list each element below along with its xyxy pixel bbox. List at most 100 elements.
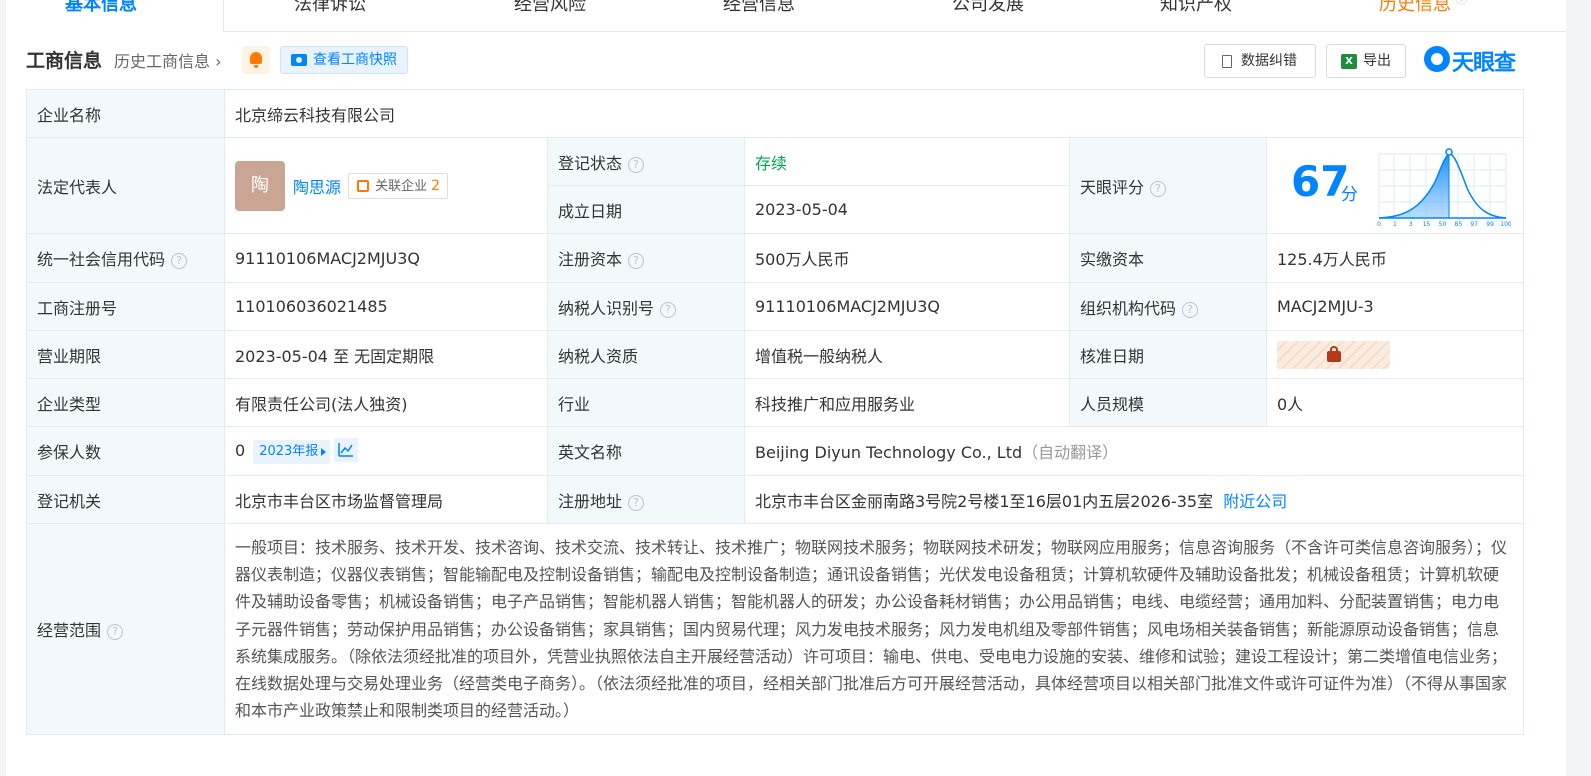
snapshot-label: 查看工商快照 [313, 52, 397, 68]
insured-count: 0 [235, 441, 246, 460]
bell-button[interactable] [242, 46, 270, 74]
credit-code: 91110106MACJ2MJU3Q [224, 233, 548, 283]
business-info-table: 企业名称 北京缔云科技有限公司 法定代表人 陶陶思源 关联企业 2 登记状态? 存… [26, 89, 1524, 736]
relation-icon [357, 179, 370, 192]
authority: 北京市丰台区市场监督管理局 [224, 475, 548, 524]
tab-ip[interactable]: 知识产权 11 [1160, 0, 1253, 20]
address-label: 注册地址 [558, 491, 623, 511]
camera-icon [291, 54, 307, 66]
reg-capital: 500万人民币 [744, 233, 1070, 283]
reg-capital-label: 注册资本 [558, 250, 623, 269]
history-link[interactable]: 历史工商信息 › [114, 48, 222, 72]
found-date: 2023-05-04 [744, 185, 1070, 234]
help-icon[interactable]: ? [660, 301, 677, 318]
table-row: 企业名称 北京缔云科技有限公司 [26, 89, 1524, 138]
reg-capital-label-cell: 注册资本? [547, 233, 745, 283]
help-icon[interactable]: ? [628, 494, 645, 511]
english-name-cell: Beijing Diyun Technology Co., Ltd（自动翻译） [744, 426, 1524, 476]
scope-label-cell: 经营范围? [26, 522, 225, 736]
tab-label: 知识产权 [1160, 0, 1232, 15]
term: 2023-05-04 至 无固定期限 [224, 330, 548, 379]
nearby-companies-link[interactable]: 附近公司 [1223, 492, 1287, 511]
data-fix-button[interactable]: 数据纠错 [1204, 44, 1316, 78]
approval-date-label: 核准日期 [1069, 330, 1267, 379]
tab-operation[interactable]: 经营信息 79 [723, 0, 816, 20]
reg-status: 存续 [744, 137, 1070, 186]
score-tick-label: 99 [1486, 221, 1494, 228]
tab-count: 11 [1236, 0, 1253, 3]
tab-basic-info[interactable]: 基本信息 25 [65, 0, 158, 20]
industry: 科技推广和应用服务业 [744, 378, 1070, 427]
score-distribution-chart: 0 1 3 15 50 85 97 99 100 [1377, 148, 1511, 228]
score-unit: 分 [1341, 185, 1358, 205]
section-title: 工商信息 [26, 50, 103, 72]
legal-rep-label: 法定代表人 [26, 137, 225, 234]
english-name-label: 英文名称 [547, 426, 745, 476]
help-icon[interactable]: ? [107, 624, 124, 641]
term-label: 营业期限 [26, 330, 225, 379]
tab-bar: 基本信息 25 法律诉讼 经营风险 经营信息 79 公司发展 知识产权 11 历史信息… [6, 0, 1566, 32]
taxpayer-id: 91110106MACJ2MJU3Q [744, 282, 1070, 331]
address-cell: 北京市丰台区金丽南路3号院2号楼1至16层01内五层2026-35室 附近公司 [744, 475, 1524, 524]
taxpayer-id-label: 纳税人识别号 [558, 298, 655, 318]
snapshot-button[interactable]: 查看工商快照 [280, 46, 408, 74]
staff-size: 0人 [1266, 378, 1524, 427]
help-icon: ⓘ [1455, 0, 1468, 7]
table-row: 法定代表人 陶陶思源 关联企业 2 登记状态? 存续 天眼评分? 67 分 0 … [26, 137, 1524, 234]
help-icon[interactable]: ? [171, 253, 188, 269]
legal-rep-cell: 陶陶思源 关联企业 2 [224, 137, 548, 234]
score-label-cell: 天眼评分? [1069, 137, 1267, 234]
company-type-label: 企业类型 [26, 378, 225, 427]
reg-status-label: 登记状态 [558, 153, 623, 173]
avatar[interactable]: 陶 [235, 160, 285, 211]
insured-label: 参保人数 [26, 426, 225, 476]
lock-body [1327, 350, 1341, 362]
score-tick-label: 3 [1409, 221, 1413, 228]
taxpayer-qual-label: 纳税人资质 [547, 330, 745, 379]
tab-label: 基本信息 [65, 0, 137, 15]
tab-legal[interactable]: 法律诉讼 [294, 0, 366, 20]
tab-label: 公司发展 [952, 0, 1024, 15]
tab-count: 79 [799, 0, 816, 3]
data-fix-label: 数据纠错 [1241, 53, 1297, 69]
related-count: 2 [431, 177, 441, 194]
insured-cell: 0 2023年报 [224, 426, 548, 476]
table-row: 参保人数 0 2023年报 英文名称 Beijing Diyun Technolo… [26, 426, 1524, 476]
tab-development[interactable]: 公司发展 [952, 0, 1024, 20]
score-cell[interactable]: 67 分 0 1 3 15 50 85 97 99 100 [1266, 137, 1524, 234]
table-row: 经营范围? 一般项目：技术服务、技术开发、技术咨询、技术交流、技术转让、技术推广… [26, 522, 1524, 736]
logo-text: 天眼查 [1452, 51, 1516, 76]
trend-icon[interactable] [334, 438, 359, 462]
help-icon[interactable]: ? [628, 253, 645, 269]
table-row: 统一社会信用代码? 91110106MACJ2MJU3Q 注册资本? 500万人… [26, 233, 1524, 283]
tab-risk[interactable]: 经营风险 [514, 0, 586, 20]
tab-history[interactable]: 历史信息 ⓘ [1379, 0, 1468, 20]
address-label-cell: 注册地址? [547, 475, 745, 524]
bell-icon [250, 52, 262, 68]
score-label: 天眼评分 [1080, 177, 1145, 197]
score-tick-label: 0 [1377, 221, 1381, 228]
score-tick-label: 1 [1393, 221, 1397, 228]
export-label: 导出 [1363, 53, 1391, 69]
paid-capital-label: 实缴资本 [1069, 233, 1267, 283]
org-code: MACJ2MJU-3 [1266, 282, 1524, 331]
table-row: 工商注册号 110106036021485 纳税人识别号? 91110106MA… [26, 282, 1524, 331]
export-button[interactable]: X 导出 [1326, 44, 1406, 78]
authority-label: 登记机关 [26, 475, 225, 524]
staff-size-label: 人员规模 [1069, 378, 1267, 427]
company-name-label: 企业名称 [26, 89, 225, 138]
related-companies-tag[interactable]: 关联企业 2 [348, 172, 449, 199]
help-icon[interactable]: ? [1150, 180, 1167, 197]
help-icon[interactable]: ? [1182, 301, 1199, 318]
annual-report-tag[interactable]: 2023年报 [253, 440, 331, 464]
score-tick-label: 15 [1423, 221, 1431, 228]
locked-value[interactable] [1277, 340, 1390, 369]
tab-count: 25 [141, 0, 158, 3]
reg-status-label-cell: 登记状态? [547, 137, 745, 186]
paid-capital: 125.4万人民币 [1266, 233, 1524, 283]
chevron-right-icon: › [210, 52, 222, 71]
help-icon[interactable]: ? [628, 156, 645, 173]
tab-label: 历史信息 [1379, 0, 1451, 15]
legal-rep-name[interactable]: 陶思源 [293, 174, 341, 198]
excel-icon: X [1341, 54, 1357, 69]
